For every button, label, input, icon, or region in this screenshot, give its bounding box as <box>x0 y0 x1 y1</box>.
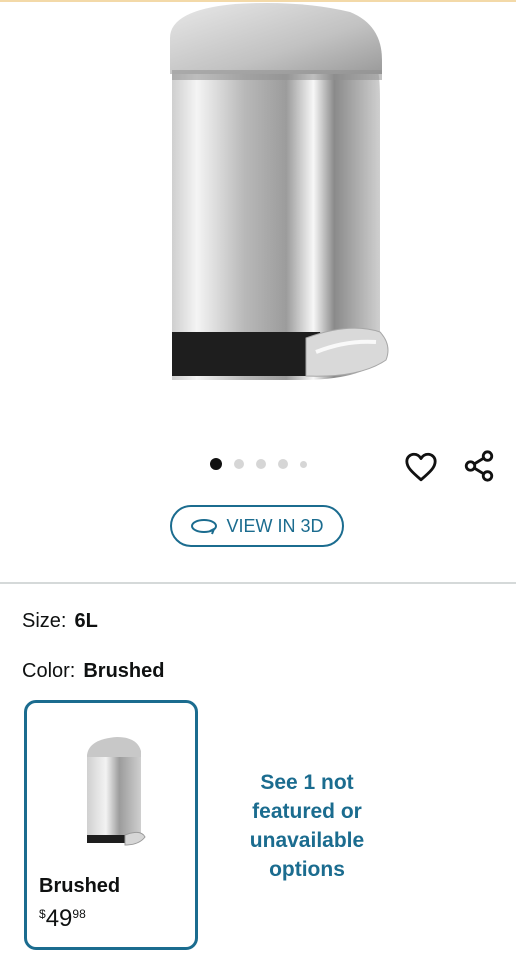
image-carousel-dots[interactable] <box>0 456 516 472</box>
color-label: Color: <box>22 660 76 682</box>
price-currency: $ <box>39 907 46 921</box>
color-row: Color: Brushed <box>22 660 164 683</box>
rotate-3d-icon <box>191 519 218 535</box>
view-in-3d-label: VIEW IN 3D <box>226 515 324 536</box>
option-thumbnail <box>87 737 146 846</box>
carousel-dot-4[interactable] <box>277 459 288 469</box>
price-whole: 49 <box>45 905 73 932</box>
size-row: Size: 6L <box>22 610 98 633</box>
price-fraction: 98 <box>72 907 86 921</box>
carousel-dot-2[interactable] <box>233 459 244 469</box>
carousel-dot-5[interactable] <box>299 460 307 468</box>
share-icon[interactable] <box>462 449 496 483</box>
color-value: Brushed <box>83 660 165 682</box>
color-option-card-brushed[interactable]: Brushed $4998 <box>24 700 198 950</box>
see-unavailable-options-link[interactable]: See 1 not featured or unavailable option… <box>232 768 382 884</box>
view-in-3d-button[interactable]: VIEW IN 3D <box>170 505 344 547</box>
product-image[interactable] <box>0 0 516 440</box>
size-value: 6L <box>74 610 98 632</box>
carousel-dot-3[interactable] <box>255 459 266 469</box>
section-divider <box>0 582 516 584</box>
size-label: Size: <box>22 610 67 632</box>
option-name: Brushed <box>39 875 121 897</box>
option-price: $4998 <box>39 905 86 933</box>
carousel-dot-1[interactable] <box>209 458 222 470</box>
heart-icon[interactable] <box>404 450 438 484</box>
